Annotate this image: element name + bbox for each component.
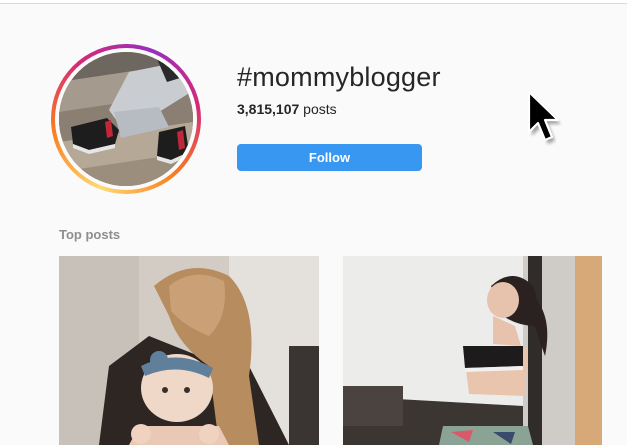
story-ring[interactable] [51,44,201,194]
top-post-2[interactable] [343,256,602,445]
hashtag-profile-image [59,52,193,186]
avatar-photo [59,52,193,186]
mouse-pointer-icon [527,90,561,144]
post-count-suffix: posts [299,101,337,117]
hashtag-title: #mommyblogger [237,62,441,92]
post-photo-pregnant-woman [343,256,602,445]
post-photo-mother-baby [59,256,319,445]
top-posts-heading: Top posts [59,227,121,242]
post-count-number: 3,815,107 [237,101,300,117]
post-count: 3,815,107 posts [237,101,337,117]
follow-button[interactable]: Follow [237,144,422,171]
top-border [0,0,627,4]
top-post-1[interactable] [59,256,319,445]
